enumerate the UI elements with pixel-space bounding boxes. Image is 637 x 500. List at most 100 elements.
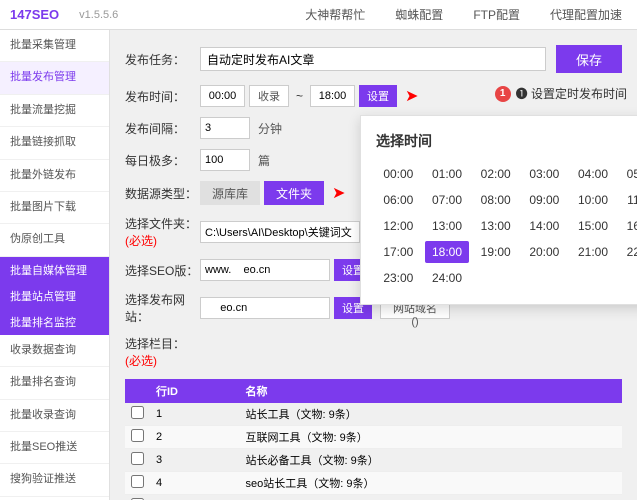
sidebar-item-pseudo[interactable]: 伪原创工具: [0, 224, 109, 256]
time-cell[interactable]: 17:00: [376, 241, 421, 263]
time-cell[interactable]: 06:00: [376, 189, 421, 211]
time-cell[interactable]: 15:00: [571, 215, 616, 237]
time-cell[interactable]: 00:00: [376, 163, 421, 185]
time-cell[interactable]: 02:00: [473, 163, 518, 185]
table-row[interactable]: 5 站长资源（文物: 0条）: [125, 495, 622, 500]
arrow-icon: ➤: [405, 86, 418, 106]
time-cell[interactable]: 09:00: [522, 189, 567, 211]
time-set-button[interactable]: 设置: [359, 85, 397, 107]
source-label: 数据源类型：: [125, 185, 200, 202]
time-cell[interactable]: 11:00: [619, 189, 637, 211]
sidebar-item-images[interactable]: 批量图片下载: [0, 192, 109, 224]
sidebar-item-rank-query[interactable]: 批量排名查询: [0, 367, 109, 399]
row-checkbox[interactable]: [131, 452, 144, 465]
file-path-input[interactable]: [200, 221, 360, 243]
sidebar-section-media: 批量自媒体管理: [0, 257, 109, 283]
source-tab1-button[interactable]: 源库库: [200, 181, 260, 205]
table-row[interactable]: 4 seo站长工具（文物: 9条）: [125, 472, 622, 495]
content-area: 发布任务： 保存 发布时间： 收录 ~ 设置 ➤ 1 ❶ 设置定时发布时间 发布…: [110, 30, 637, 500]
interval-controls: 分钟: [200, 117, 282, 139]
time-cell[interactable]: 24:00: [425, 267, 470, 289]
row-id: 1: [150, 403, 240, 426]
table-header-id: 行ID: [150, 379, 240, 403]
table-row[interactable]: 1 站长工具（文物: 9条）: [125, 403, 622, 426]
sidebar-section-rank: 批量排名监控: [0, 309, 109, 335]
file-label: 选择文件夹： (必选): [125, 215, 200, 249]
time-cell[interactable]: 03:00: [522, 163, 567, 185]
time-row: 发布时间： 收录 ~ 设置 ➤ 1 ❶ 设置定时发布时间: [125, 85, 622, 107]
time-cell[interactable]: 14:00: [522, 215, 567, 237]
table-row[interactable]: 3 站长必备工具（文物: 9条）: [125, 449, 622, 472]
task-label: 发布任务：: [125, 51, 200, 68]
category-row: 选择栏目： (必选): [125, 335, 622, 369]
nav-item-daishen[interactable]: 大神帮帮忙: [300, 0, 370, 30]
sidebar-item-outlinks[interactable]: 批量外链发布: [0, 160, 109, 192]
sidebar-item-sogou-push[interactable]: 搜狗验证推送: [0, 464, 109, 496]
publish-url-input[interactable]: [200, 297, 330, 319]
table-header-name: 名称: [240, 379, 622, 403]
row-id: 5: [150, 495, 240, 500]
save-button[interactable]: 保存: [556, 45, 622, 73]
sidebar-item-seo-push[interactable]: 批量SEO推送: [0, 432, 109, 464]
time-cell[interactable]: 21:00: [571, 241, 616, 263]
time-cell[interactable]: 08:00: [473, 189, 518, 211]
row-checkbox[interactable]: [131, 475, 144, 488]
time-cell[interactable]: 23:00: [376, 267, 421, 289]
time-cell[interactable]: 13:00: [425, 215, 470, 237]
nav-item-spider[interactable]: 蜘蛛配置: [390, 0, 448, 30]
time-end-input[interactable]: [310, 85, 355, 107]
time-cell[interactable]: 12:00: [376, 215, 421, 237]
nav-items: 大神帮帮忙 蜘蛛配置 FTP配置 代理配置加速: [300, 0, 627, 30]
nav-item-ftp[interactable]: FTP配置: [468, 0, 525, 30]
sidebar-section-sites: 批量站点管理: [0, 283, 109, 309]
sidebar-item-traffic[interactable]: 批量流量挖掘: [0, 95, 109, 127]
sidebar: 批量采集管理 批量发布管理 批量流量挖掘 批量链接抓取 批量外链发布 批量图片下…: [0, 30, 110, 500]
time-cell[interactable]: 16:00: [619, 215, 637, 237]
row-id: 4: [150, 472, 240, 495]
sidebar-item-record-query[interactable]: 收录数据查询: [0, 335, 109, 367]
publish-site-label: 选择发布网站：: [125, 291, 200, 325]
time-cell[interactable]: 13:00: [473, 215, 518, 237]
row-name: 站长资源（文物: 0条）: [240, 495, 622, 500]
time-cell[interactable]: 01:00: [425, 163, 470, 185]
interval-unit: 分钟: [258, 120, 282, 137]
row-checkbox[interactable]: [131, 429, 144, 442]
time-cell[interactable]: 05:00: [619, 163, 637, 185]
row-checkbox[interactable]: [131, 406, 144, 419]
time-cell[interactable]: 07:00: [425, 189, 470, 211]
brand-version: v1.5.5.6: [79, 9, 118, 21]
interval-input[interactable]: [200, 117, 250, 139]
row-name: 互联网工具（文物: 9条）: [240, 426, 622, 449]
time-picker-popup: 选择时间 00:0001:0002:0003:0004:0005:0006:00…: [360, 115, 637, 305]
sidebar-item-collect[interactable]: 批量采集管理: [0, 30, 109, 62]
seo-url-input[interactable]: [200, 259, 330, 281]
daily-label: 每日极多：: [125, 152, 200, 169]
time-cell[interactable]: 04:00: [571, 163, 616, 185]
sidebar-item-collect-query[interactable]: 批量收录查询: [0, 400, 109, 432]
table-row[interactable]: 2 互联网工具（文物: 9条）: [125, 426, 622, 449]
source-tab2-button[interactable]: 文件夹: [264, 181, 324, 205]
daily-unit: 篇: [258, 152, 270, 169]
time-label: 发布时间：: [125, 88, 200, 105]
time-grid: 00:0001:0002:0003:0004:0005:00 06:0007:00…: [376, 163, 637, 289]
sidebar-item-links[interactable]: 批量链接抓取: [0, 127, 109, 159]
interval-label: 发布间隔：: [125, 120, 200, 137]
arrow-icon-2: ➤: [332, 183, 345, 203]
time-start-input[interactable]: [200, 85, 245, 107]
collect-button[interactable]: 收录: [249, 85, 289, 107]
time-cell[interactable]: 19:00: [473, 241, 518, 263]
time-cell[interactable]: 10:00: [571, 189, 616, 211]
nav-item-proxy[interactable]: 代理配置加速: [545, 0, 627, 30]
daily-input[interactable]: [200, 149, 250, 171]
task-row: 发布任务： 保存: [125, 45, 622, 73]
row-id: 3: [150, 449, 240, 472]
row-name: 站长工具（文物: 9条）: [240, 403, 622, 426]
category-label: 选择栏目： (必选): [125, 335, 200, 369]
task-title-input[interactable]: [200, 47, 546, 71]
time-cell[interactable]: 20:00: [522, 241, 567, 263]
time-cell[interactable]: 18:00: [425, 241, 470, 263]
sidebar-item-publish[interactable]: 批量发布管理: [0, 62, 109, 94]
top-nav: 147SEO v1.5.5.6 大神帮帮忙 蜘蛛配置 FTP配置 代理配置加速: [0, 0, 637, 30]
time-cell[interactable]: 22:00: [619, 241, 637, 263]
source-controls: 源库库 文件夹 ➤: [200, 181, 345, 205]
